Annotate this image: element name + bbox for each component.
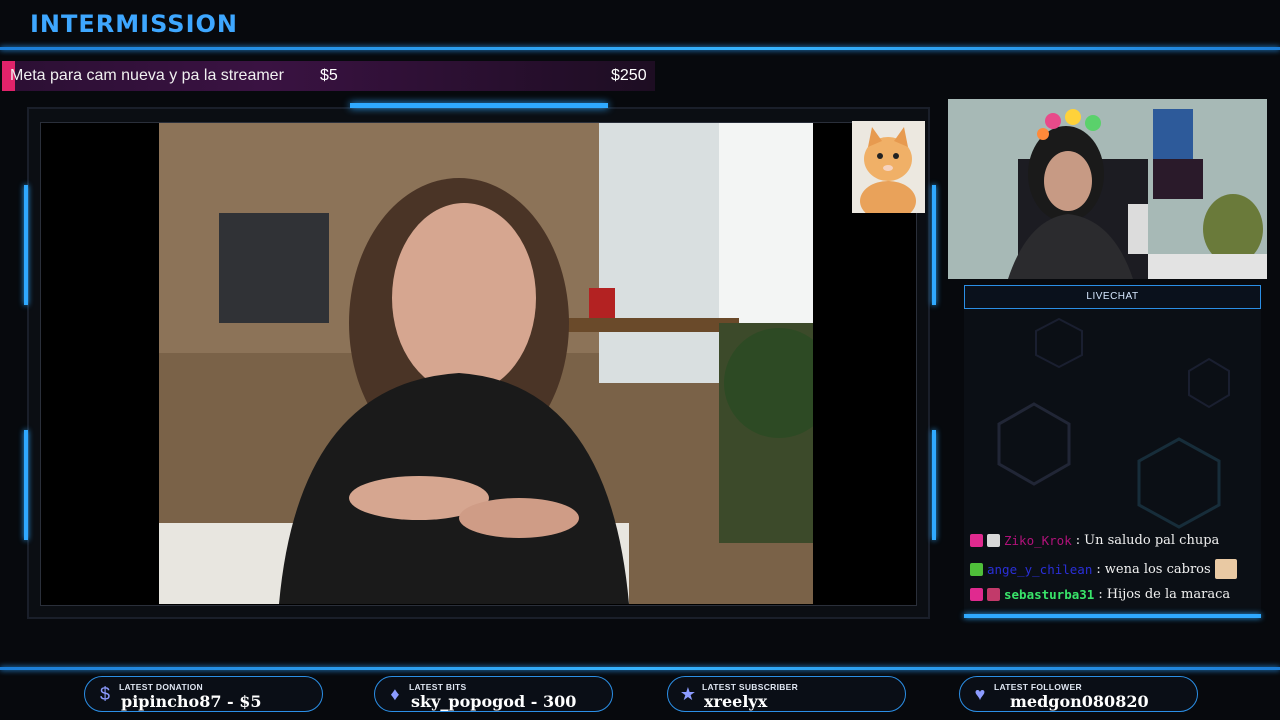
heart-badge-icon [970,534,983,547]
frame-left-accent-top [24,185,28,305]
dollar-icon: $ [99,684,110,704]
cat-cam-overlay [852,121,925,213]
frame-right-accent-top [932,185,936,305]
chat-bottom-accent [964,614,1261,618]
chat-username[interactable]: sebasturba31 [1004,587,1094,602]
video-scene-image [159,123,813,604]
chat-message: sebasturba31: Hijos de la maraca [970,587,1230,602]
chat-message: ange_y_chilean: wena los cabros [970,559,1237,579]
frame-top-accent [350,103,608,108]
latest-subscriber-widget: ★ LATEST SUBSCRIBER xreelyx [667,676,906,712]
star-icon: ★ [679,684,697,704]
latest-bits-label: LATEST BITS [409,682,467,692]
livechat-header: LIVECHAT [964,285,1261,309]
latest-subscriber-label: LATEST SUBSCRIBER [702,682,799,692]
latest-donation-label: LATEST DONATION [119,682,203,692]
chat-username[interactable]: ange_y_chilean [987,562,1092,577]
latest-donation-value: pipincho87 - $5 [121,692,262,711]
footer-divider [0,667,1280,670]
overlay-header: INTERMISSION [0,0,1280,50]
latest-follower-value: medgon080820 [1010,692,1149,711]
cat-emote-icon [1214,559,1237,579]
latest-bits-value: sky_popogod - 300 [411,692,577,711]
chat-separator: : [1098,587,1103,602]
goal-target-amount: $250 [611,67,647,84]
bits-badge-icon [970,562,983,576]
latest-bits-widget: ♦ LATEST BITS sky_popogod - 300 [374,676,613,712]
scene-title: INTERMISSION [30,10,238,38]
goal-current-amount: $5 [320,67,338,84]
crossed-swords-badge-icon [987,588,1000,601]
latest-follower-label: LATEST FOLLOWER [994,682,1082,692]
livechat-title: LIVECHAT [1086,291,1139,302]
goal-label: Meta para cam nueva y pa la streamer [10,67,284,84]
streamer-webcam [948,99,1267,279]
donation-goal-bar: Meta para cam nueva y pa la streamer $5 … [2,61,655,91]
streamer-image [948,99,1267,279]
frame-left-accent-bottom [24,430,28,540]
chat-separator: : [1096,561,1101,577]
heart-icon: ♥ [974,684,986,704]
heart-badge-icon [970,588,983,601]
chat-username[interactable]: Ziko_Krok [1004,533,1072,548]
chat-separator: : [1075,533,1081,548]
chat-text: wena los cabros [1104,561,1211,577]
skull-badge-icon [987,534,1000,547]
latest-donation-widget: $ LATEST DONATION pipincho87 - $5 [84,676,323,712]
diamond-icon: ♦ [390,684,400,704]
latest-follower-widget: ♥ LATEST FOLLOWER medgon080820 [959,676,1198,712]
chat-text: Un saludo pal chupa [1084,533,1220,548]
header-divider [0,47,1280,50]
livechat-panel[interactable]: Ziko_Krok: Un saludo pal chupa ange_y_ch… [964,309,1261,617]
frame-right-accent-bottom [932,430,936,540]
chat-message: Ziko_Krok: Un saludo pal chupa [970,533,1219,548]
video-playback[interactable] [159,123,813,604]
latest-subscriber-value: xreelyx [704,692,768,711]
cat-image [852,121,925,213]
chat-text: Hijos de la maraca [1106,587,1231,602]
